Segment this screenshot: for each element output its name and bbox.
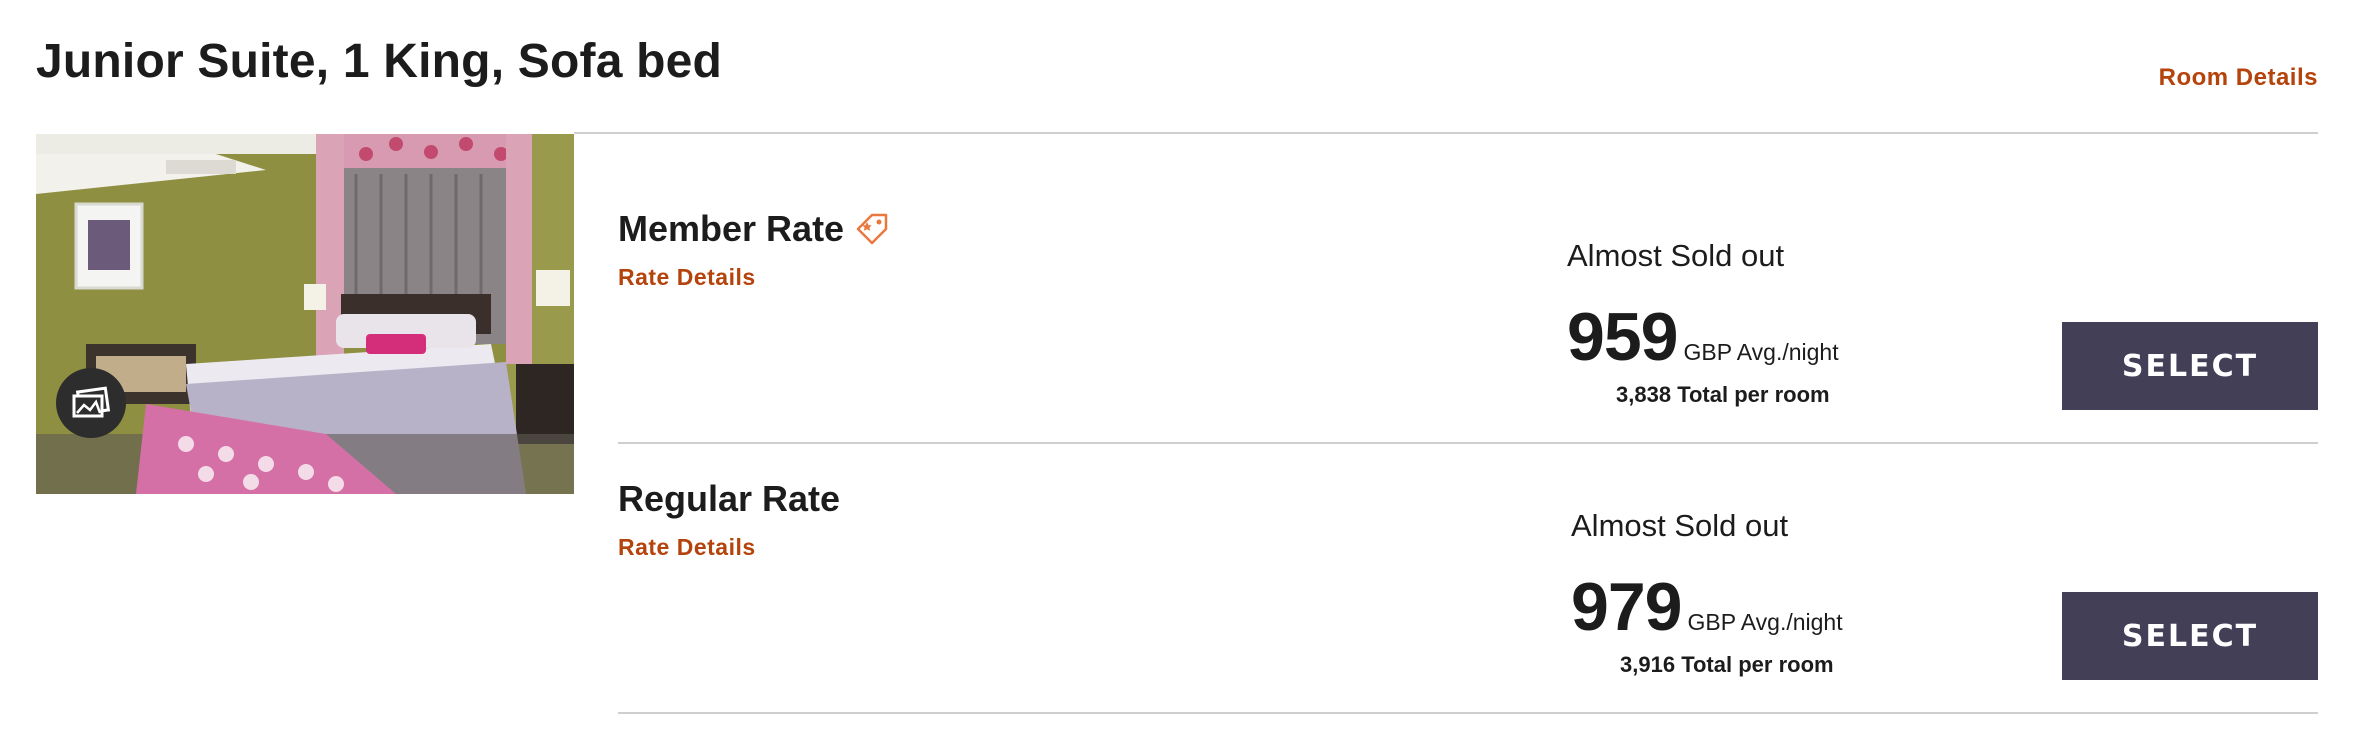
image-gallery-icon[interactable]	[56, 368, 126, 438]
rate-name: Regular Rate	[618, 478, 840, 520]
room-title: Junior Suite, 1 King, Sofa bed	[36, 35, 723, 88]
availability-status: Almost Sold out	[1567, 238, 1785, 273]
availability-status: Almost Sold out	[1571, 508, 1789, 543]
room-photo[interactable]	[36, 134, 574, 494]
price-amount: 979	[1571, 569, 1682, 645]
price-unit: GBP Avg./night	[1687, 609, 1843, 635]
rate-details-link[interactable]: Rate Details	[618, 264, 756, 291]
price-unit: GBP Avg./night	[1683, 339, 1839, 365]
gallery-glyph	[72, 386, 111, 418]
total-label: Total per room	[1681, 652, 1834, 677]
room-rate-card: Junior Suite, 1 King, Sofa bed Room Deta…	[0, 0, 2354, 752]
price-block: 979 GBP Avg./night	[1571, 568, 1843, 646]
member-tag-icon	[856, 213, 888, 245]
price-amount: 959	[1567, 299, 1678, 375]
select-button[interactable]: SELECT	[2062, 322, 2318, 410]
rate-row-member: Member Rate Rate Details Almost Sold out…	[618, 134, 2318, 444]
rate-name-label: Member Rate	[618, 208, 845, 249]
total-per-room: 3,916 Total per room	[1620, 652, 1834, 678]
room-details-link[interactable]: Room Details	[2159, 64, 2318, 92]
price-block: 959 GBP Avg./night	[1567, 298, 1839, 376]
rate-row-regular: Regular Rate Rate Details Almost Sold ou…	[618, 444, 2318, 714]
total-label: Total per room	[1677, 382, 1830, 407]
total-amount: 3,838	[1616, 382, 1672, 407]
rate-name: Member Rate	[618, 208, 890, 250]
select-button[interactable]: SELECT	[2062, 592, 2318, 680]
total-per-room: 3,838 Total per room	[1616, 382, 1830, 408]
total-amount: 3,916	[1620, 652, 1676, 677]
rate-details-link[interactable]: Rate Details	[618, 534, 756, 561]
room-photo-illustration	[36, 134, 574, 494]
rate-name-label: Regular Rate	[618, 478, 841, 519]
rate-divider	[618, 712, 2318, 714]
